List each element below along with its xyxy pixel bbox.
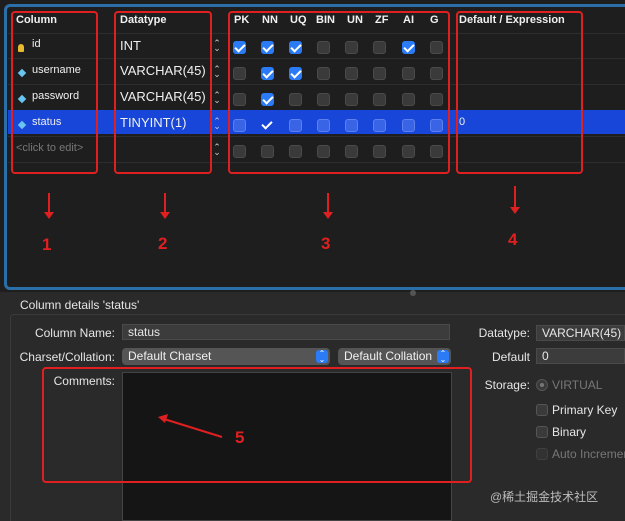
annotation-number: 3 — [321, 234, 331, 253]
primary-key-label: Primary Key — [552, 403, 618, 417]
virtual-label: VIRTUAL — [552, 378, 603, 392]
collation-select[interactable]: Default Collation ⌃ ⌄ — [338, 348, 451, 365]
storage-label: Storage: — [484, 378, 530, 392]
default-input[interactable]: 0 — [536, 348, 625, 364]
annotation-number: 1 — [42, 235, 52, 254]
datatype-input[interactable]: VARCHAR(45) — [536, 325, 625, 341]
auto-increment-label: Auto Increment — [552, 447, 625, 461]
annotation-arrow — [510, 186, 520, 214]
annotation-box-1 — [11, 11, 98, 174]
auto-increment-checkbox[interactable] — [536, 448, 548, 460]
charset-value: Default Charset — [128, 349, 212, 363]
default-label: Default — [491, 350, 530, 364]
annotation-box-4 — [456, 11, 583, 174]
charset-select[interactable]: Default Charset ⌃ ⌄ — [122, 348, 330, 365]
chevron-updown-icon: ⌃ ⌄ — [316, 350, 328, 364]
column-details-title: Column details 'status' — [20, 298, 140, 312]
column-name-input[interactable]: status — [122, 324, 450, 340]
datatype-stepper-icon[interactable]: ⌃ ⌄ — [213, 143, 221, 157]
annotation-arrow — [323, 193, 333, 219]
primary-key-checkbox[interactable] — [536, 404, 548, 416]
annotation-box-3 — [228, 11, 450, 174]
collation-value: Default Collation — [344, 349, 433, 363]
annotation-arrow — [160, 193, 170, 219]
datatype-label: Datatype: — [478, 326, 530, 340]
annotation-box-5 — [42, 367, 472, 483]
datatype-stepper-icon[interactable]: ⌃ ⌄ — [213, 65, 221, 79]
virtual-radio[interactable] — [536, 379, 548, 391]
annotation-number: 2 — [158, 234, 168, 253]
datatype-stepper-icon[interactable]: ⌃ ⌄ — [213, 39, 221, 53]
annotation-arrow — [158, 414, 223, 438]
datatype-stepper-icon[interactable]: ⌃ ⌄ — [213, 117, 221, 131]
column-name-label: Column Name: — [34, 326, 115, 340]
binary-checkbox[interactable] — [536, 426, 548, 438]
annotation-number: 5 — [235, 428, 245, 447]
binary-label: Binary — [552, 425, 587, 439]
splitter-handle[interactable] — [410, 290, 416, 296]
annotation-number: 4 — [508, 230, 518, 249]
watermark: @稀土掘金技术社区 — [490, 490, 599, 504]
annotation-box-2 — [114, 11, 212, 174]
datatype-stepper-icon[interactable]: ⌃ ⌄ — [213, 91, 221, 105]
charset-collation-label: Charset/Collation: — [19, 350, 115, 364]
chevron-updown-icon: ⌃ ⌄ — [437, 350, 449, 364]
annotation-arrow — [44, 193, 54, 219]
